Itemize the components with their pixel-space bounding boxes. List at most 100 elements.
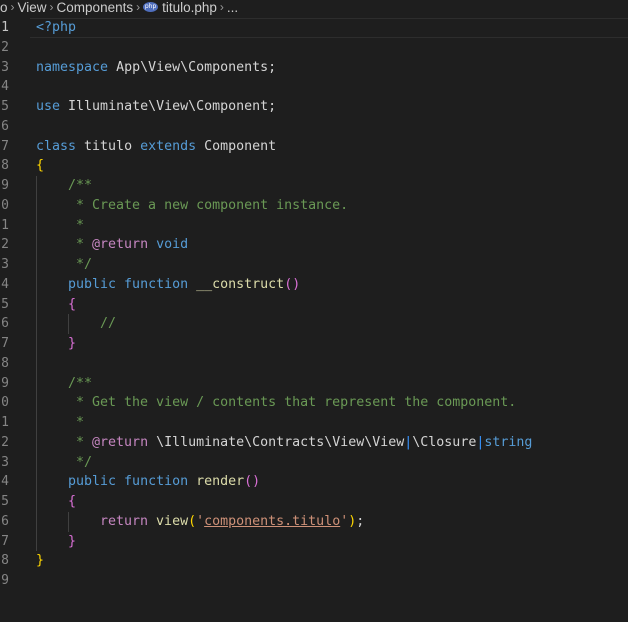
keyword-namespace: namespace xyxy=(36,59,109,75)
parent-class-name: Component xyxy=(196,138,277,154)
indent-guide xyxy=(36,452,37,473)
chevron-right-icon: › xyxy=(10,0,15,14)
breadcrumb-item-components[interactable]: Components xyxy=(57,0,134,15)
line-number: 3 xyxy=(1,454,9,470)
line-number: 9 xyxy=(1,573,9,588)
code-editor[interactable]: 1 <?php 2 3 namespace App\View\Components;… xyxy=(0,18,628,591)
code-line[interactable]: 2 * @return void xyxy=(0,235,628,255)
code-line[interactable]: 7} xyxy=(0,334,628,354)
line-number: 6 xyxy=(1,513,9,529)
code-line[interactable]: 6 xyxy=(0,117,628,137)
line-number: 6 xyxy=(1,316,9,332)
indent-guide xyxy=(36,334,37,354)
keyword-public: public xyxy=(68,474,117,490)
code-line[interactable]: 5{ xyxy=(0,492,628,512)
line-number: 7 xyxy=(1,336,9,351)
function-name: __construct xyxy=(188,276,285,292)
class-name: titulo xyxy=(76,138,141,154)
line-number: 2 xyxy=(1,434,9,450)
line-number: 3 xyxy=(1,257,9,272)
indent-guide xyxy=(36,235,37,255)
indent-guide xyxy=(36,432,37,453)
code-line[interactable]: 5{ xyxy=(0,294,628,315)
breadcrumb: o › View › Components › php titulo.php ›... xyxy=(0,0,628,16)
code-line[interactable]: 6 // xyxy=(0,314,628,334)
code-line[interactable]: 0 * Get the view / contents that represe… xyxy=(0,393,628,413)
code-line[interactable]: 3 */ xyxy=(0,452,628,473)
code-line[interactable]: 4 public function render() xyxy=(0,472,628,492)
string-view-path[interactable]: components.titulo xyxy=(204,514,340,529)
line-number: 4 xyxy=(1,276,9,292)
chevron-right-icon: › xyxy=(136,0,141,14)
code-line[interactable]: 0 * Create a new component instance. xyxy=(0,195,628,216)
doc-comment: * Create a new component instance. xyxy=(68,197,349,213)
line-number: 8 xyxy=(1,355,9,371)
php-open-tag: <?php xyxy=(36,20,77,35)
line-number: 3 xyxy=(1,59,9,75)
function-call-view: view xyxy=(148,513,189,529)
indent-guide xyxy=(36,393,37,413)
line-number: 1 xyxy=(1,20,9,35)
chevron-right-icon: › xyxy=(49,0,54,14)
code-line[interactable]: 1 <?php xyxy=(0,18,628,38)
code-line[interactable]: 5 use Illuminate\View\Component; xyxy=(0,97,628,117)
class-open-brace: { xyxy=(36,158,45,174)
line-number: 5 xyxy=(1,99,9,114)
code-line[interactable]: 8 xyxy=(0,353,628,374)
indent-guide xyxy=(36,195,37,216)
code-line[interactable]: 6 return view('components.titulo'); xyxy=(0,511,628,532)
code-line[interactable]: 8} xyxy=(0,551,628,571)
class-close-brace: } xyxy=(36,553,45,569)
indent-guide xyxy=(68,511,69,532)
doc-comment: /** xyxy=(68,178,93,193)
line-comment: // xyxy=(100,316,117,332)
indent-guide xyxy=(68,314,69,334)
indent-guide xyxy=(36,511,37,532)
doc-comment: */ xyxy=(68,454,93,470)
code-line[interactable]: 9 /** xyxy=(0,373,628,394)
indent-guide xyxy=(36,294,37,315)
method-open-brace: { xyxy=(68,296,77,312)
namespace-name: App\View\Components; xyxy=(108,59,277,75)
line-number: 7 xyxy=(1,138,9,154)
line-number: 8 xyxy=(1,553,9,569)
breadcrumb-item-view[interactable]: View xyxy=(18,0,47,15)
code-line[interactable]: 3 */ xyxy=(0,255,628,275)
line-number: 7 xyxy=(1,533,9,549)
doc-tag-return: @return xyxy=(92,434,149,450)
code-line[interactable]: 2 xyxy=(0,38,628,58)
code-line[interactable]: 4 public function __construct() xyxy=(0,274,628,295)
function-name: render xyxy=(188,474,245,490)
doc-comment: * xyxy=(68,217,85,233)
doc-type: void xyxy=(156,237,189,253)
indent-guide xyxy=(36,353,37,374)
line-number: 2 xyxy=(1,237,9,253)
breadcrumb-item-symbol[interactable]: ... xyxy=(227,0,238,15)
indent-guide xyxy=(36,274,37,295)
doc-type: \Closure xyxy=(412,434,477,450)
code-line[interactable]: 3 namespace App\View\Components; xyxy=(0,58,628,78)
breadcrumb-item-root[interactable]: o xyxy=(0,0,8,15)
indent-guide xyxy=(36,413,37,433)
line-number: 1 xyxy=(1,217,9,233)
doc-comment: * xyxy=(68,237,93,253)
semicolon: ; xyxy=(356,513,365,529)
code-line[interactable]: 7} xyxy=(0,531,628,552)
line-number: 4 xyxy=(1,79,9,95)
indent-guide xyxy=(36,492,37,512)
import-name: Illuminate\View\Component; xyxy=(60,99,277,114)
line-number: 1 xyxy=(1,415,9,430)
code-line[interactable]: 2 * @return \Illuminate\Contracts\View\V… xyxy=(0,432,628,453)
code-line[interactable]: 9 xyxy=(0,571,628,591)
code-line[interactable]: 1 * xyxy=(0,215,628,236)
keyword-class: class xyxy=(36,138,77,154)
code-line[interactable]: 7 class titulo extends Component xyxy=(0,137,628,157)
code-line[interactable]: 8{ xyxy=(0,156,628,176)
code-line[interactable]: 9 /** xyxy=(0,176,628,196)
breadcrumb-item-file[interactable]: titulo.php xyxy=(162,0,217,15)
doc-comment: /** xyxy=(68,375,93,391)
code-line[interactable]: 4 xyxy=(0,77,628,97)
code-line[interactable]: 1 * xyxy=(0,413,628,433)
indent-guide xyxy=(36,255,37,275)
chevron-right-icon: › xyxy=(219,0,224,14)
